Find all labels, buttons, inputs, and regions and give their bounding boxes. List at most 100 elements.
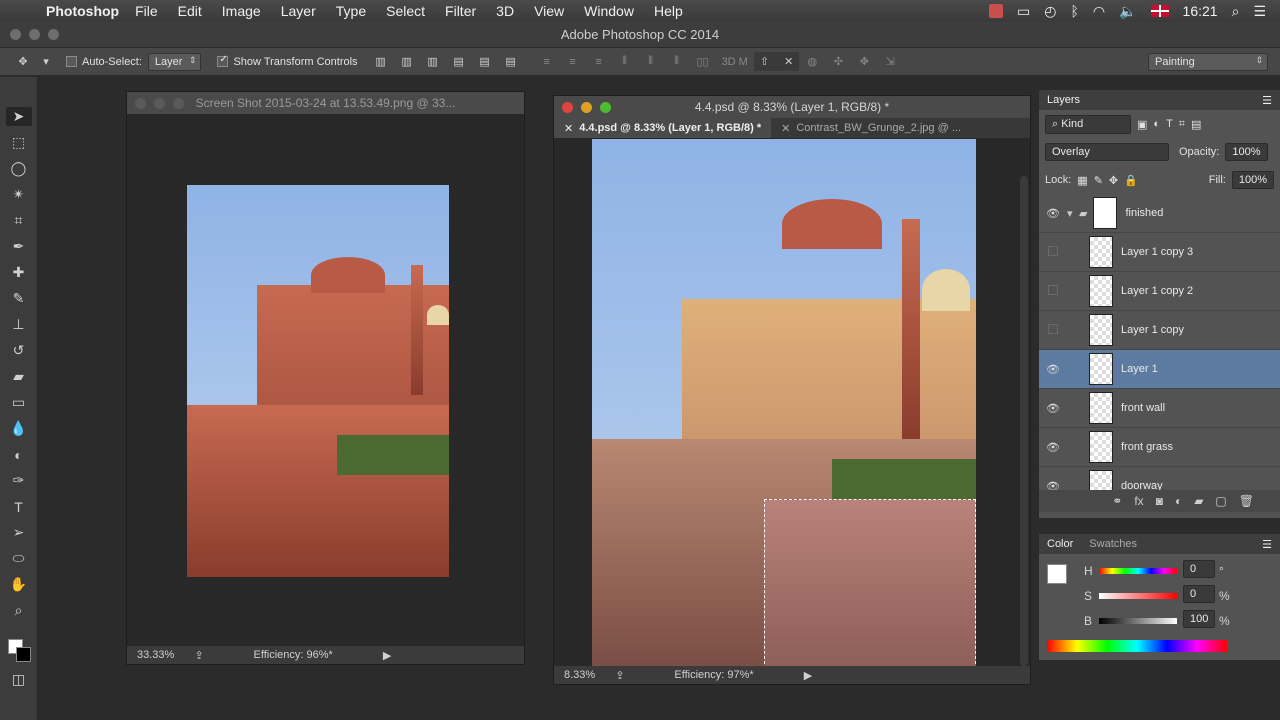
3d-rotate-icon[interactable]: ⇧ xyxy=(760,56,769,68)
bluetooth-icon[interactable]: ᛒ xyxy=(1070,3,1078,19)
status-menu-arrow-icon[interactable]: ▶ xyxy=(383,649,391,662)
tab-psd[interactable]: ✕ 4.4.psd @ 8.33% (Layer 1, RGB/8) * xyxy=(554,118,772,138)
align-top-icon[interactable]: ▥ xyxy=(372,55,390,68)
dodge-tool-icon[interactable]: ◐ xyxy=(6,445,32,464)
add-mask-icon[interactable]: ◙ xyxy=(1156,494,1163,508)
layer-thumbnail[interactable] xyxy=(1089,353,1113,385)
group-expand-chevron-icon[interactable]: ▾ xyxy=(1067,207,1079,220)
menu-image[interactable]: Image xyxy=(222,3,261,19)
layer-mask-thumbnail[interactable] xyxy=(1093,197,1118,229)
show-transform-checkbox[interactable] xyxy=(217,54,229,67)
zoom-level[interactable]: 33.33% xyxy=(137,649,174,661)
menu-help[interactable]: Help xyxy=(654,3,683,19)
layer-row[interactable]: 👁 ▾ ▰ finished xyxy=(1039,194,1280,233)
layer-thumbnail[interactable] xyxy=(1089,470,1113,490)
tab-grunge[interactable]: ✕ Contrast_BW_Grunge_2.jpg @ ... xyxy=(771,118,971,138)
menu-file[interactable]: File xyxy=(135,3,158,19)
layer-thumbnail[interactable] xyxy=(1089,314,1113,346)
color-swatches[interactable] xyxy=(6,637,32,663)
status-menu-arrow-icon[interactable]: ▶ xyxy=(804,669,812,682)
3d-pan-icon[interactable]: ✣ xyxy=(829,55,847,68)
fill-input[interactable]: 100% xyxy=(1231,171,1274,189)
lock-position-icon[interactable]: ✥ xyxy=(1109,174,1118,187)
layer-thumbnail[interactable] xyxy=(1089,431,1113,463)
layer-row-selected[interactable]: 👁 Layer 1 xyxy=(1039,350,1280,389)
saturation-slider[interactable] xyxy=(1099,593,1177,599)
background-color-swatch[interactable] xyxy=(15,647,31,662)
healing-brush-tool-icon[interactable]: ✚ xyxy=(6,263,32,282)
blend-mode-dropdown[interactable]: Overlay xyxy=(1045,143,1169,161)
delete-layer-icon[interactable]: 🗑 xyxy=(1239,494,1254,508)
filter-smart-object-icon[interactable]: ▤ xyxy=(1191,118,1201,131)
layer-style-icon[interactable]: fx xyxy=(1134,494,1143,508)
new-group-icon[interactable]: ▰ xyxy=(1194,494,1203,508)
selection-front-wall[interactable] xyxy=(764,499,976,669)
layer-thumbnail[interactable] xyxy=(1089,236,1113,268)
zoom-level[interactable]: 8.33% xyxy=(564,669,595,681)
tab-close-icon[interactable]: ✕ xyxy=(564,122,573,135)
app-name-menu[interactable]: Photoshop xyxy=(46,3,119,19)
auto-align-icon[interactable]: ▯▯ xyxy=(694,55,712,68)
adjustment-layer-icon[interactable]: ◐ xyxy=(1175,494,1182,508)
align-hcenter-icon[interactable]: ▤ xyxy=(476,55,494,68)
gradient-tool-icon[interactable]: ▭ xyxy=(6,393,32,412)
filter-type-icon[interactable]: T xyxy=(1166,118,1173,130)
magic-wand-tool-icon[interactable]: ✴ xyxy=(6,185,32,204)
workspace-dropdown[interactable]: Painting xyxy=(1148,52,1268,71)
brightness-slider[interactable] xyxy=(1099,618,1177,624)
distribute-top-icon[interactable]: ≡ xyxy=(538,56,556,68)
clone-stamp-tool-icon[interactable]: ⊥ xyxy=(6,315,32,334)
canvas-image[interactable] xyxy=(187,185,449,577)
menu-clock[interactable]: 16:21 xyxy=(1183,3,1218,19)
visibility-eye-icon[interactable]: 👁 xyxy=(1039,441,1067,454)
layer-row[interactable]: 👁 doorway xyxy=(1039,467,1280,490)
b-input[interactable]: 100 xyxy=(1183,610,1215,628)
3d-slide-icon[interactable]: ✥ xyxy=(855,55,873,68)
color-ramp[interactable] xyxy=(1047,640,1227,652)
distribute-vcenter-icon[interactable]: ≡ xyxy=(564,56,582,68)
wifi-icon[interactable]: ◠ xyxy=(1093,3,1105,20)
foreground-color-swatch[interactable] xyxy=(1047,564,1067,584)
layers-tab[interactable]: Layers xyxy=(1047,94,1080,106)
menu-window[interactable]: Window xyxy=(584,3,634,19)
hand-tool-icon[interactable]: ✋ xyxy=(6,575,32,594)
pen-tool-icon[interactable]: ✑ xyxy=(6,471,32,490)
visibility-toggle[interactable] xyxy=(1039,284,1067,298)
filter-adjustment-icon[interactable]: ◐ xyxy=(1153,118,1160,130)
canvas-image[interactable] xyxy=(592,139,976,669)
menu-view[interactable]: View xyxy=(534,3,564,19)
vertical-scrollbar[interactable] xyxy=(1020,176,1028,666)
eraser-tool-icon[interactable]: ▰ xyxy=(6,367,32,386)
align-right-icon[interactable]: ▤ xyxy=(502,55,520,68)
history-brush-tool-icon[interactable]: ↺ xyxy=(6,341,32,360)
visibility-eye-icon[interactable]: 👁 xyxy=(1039,207,1067,220)
share-icon[interactable]: ⇪ xyxy=(615,669,624,682)
lasso-tool-icon[interactable]: ◯ xyxy=(6,159,32,178)
eyedropper-tool-icon[interactable]: ✒ xyxy=(6,237,32,256)
menu-type[interactable]: Type xyxy=(336,3,366,19)
marquee-tool-icon[interactable]: ⬚ xyxy=(6,133,32,152)
visibility-toggle[interactable] xyxy=(1039,245,1067,259)
tab-close-icon[interactable]: ✕ xyxy=(781,122,790,135)
menu-layer[interactable]: Layer xyxy=(281,3,316,19)
distribute-right-icon[interactable]: ⫴ xyxy=(668,55,686,68)
3d-roll-icon[interactable]: ◍ xyxy=(803,55,821,68)
align-left-icon[interactable]: ▤ xyxy=(450,55,468,68)
panel-menu-icon[interactable]: ☰ xyxy=(1262,94,1272,107)
3d-scale-icon[interactable]: ⇲ xyxy=(881,55,899,68)
minimize-button[interactable] xyxy=(29,29,40,40)
tool-preset-chevron-icon[interactable]: ▾ xyxy=(40,55,52,68)
close-button[interactable] xyxy=(10,29,21,40)
lock-image-icon[interactable]: ✎ xyxy=(1094,174,1103,187)
zoom-tool-icon[interactable]: ⌕ xyxy=(6,601,32,620)
spotlight-icon[interactable]: ⌕ xyxy=(1232,3,1240,20)
h-input[interactable]: 0 xyxy=(1183,560,1215,578)
hue-slider[interactable] xyxy=(1099,568,1177,574)
crop-tool-icon[interactable]: ⌗ xyxy=(6,211,32,230)
distribute-hcenter-icon[interactable]: ⫴ xyxy=(642,55,660,68)
lock-all-icon[interactable]: 🔒 xyxy=(1124,174,1138,187)
blur-tool-icon[interactable]: 💧 xyxy=(6,419,32,438)
airplay-icon[interactable]: ▭ xyxy=(1017,3,1030,20)
status-app-icon[interactable] xyxy=(989,4,1004,18)
menu-filter[interactable]: Filter xyxy=(445,3,476,19)
